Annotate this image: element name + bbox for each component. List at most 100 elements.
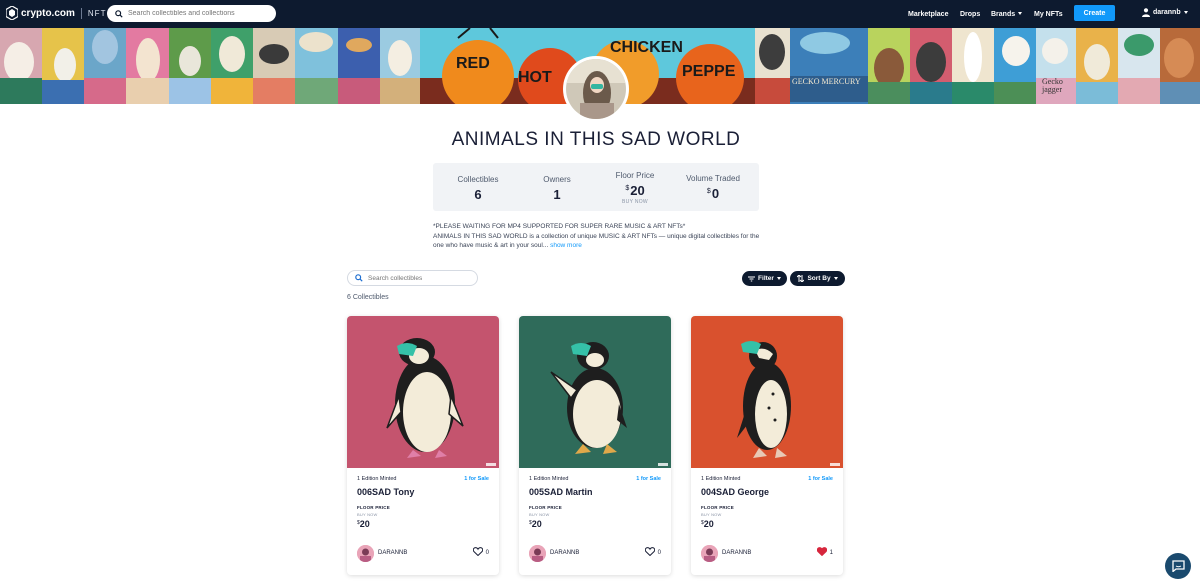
brand-name: crypto.com — [21, 7, 75, 19]
banner-tile — [1076, 28, 1118, 104]
penguin-illustration — [386, 338, 464, 458]
banner-tile — [126, 28, 169, 104]
creator-name[interactable]: DARANNB — [550, 550, 579, 556]
edition-label: 1 Edition Minted — [529, 476, 569, 482]
banner-word: PEPPE — [682, 63, 736, 80]
collection-stats: Collectibles 6 Owners 1 Floor Price $20 … — [433, 163, 759, 211]
banner-tile — [42, 28, 84, 104]
collectible-name[interactable]: 006SAD Tony — [357, 487, 414, 497]
crypto-logo-icon — [6, 6, 18, 20]
user-menu[interactable]: darannb — [1142, 8, 1188, 17]
collectible-card[interactable]: 1 Edition Minted 1 for Sale 004SAD Georg… — [691, 316, 843, 575]
collectible-image[interactable] — [347, 316, 499, 468]
nav-marketplace[interactable]: Marketplace — [908, 11, 948, 18]
edition-label: 1 Edition Minted — [701, 476, 741, 482]
banner-word: HOT — [518, 69, 552, 86]
banner-word: Gecko jagger — [1042, 77, 1063, 94]
user-icon — [1142, 8, 1150, 17]
banner-tile — [952, 28, 994, 104]
chat-icon — [1171, 560, 1185, 572]
edition-label: 1 Edition Minted — [357, 476, 397, 482]
buy-now-label: BUY NOW — [529, 512, 550, 517]
stat-collectibles: Collectibles 6 — [438, 175, 518, 202]
global-search-input[interactable] — [128, 10, 268, 17]
heart-icon[interactable] — [817, 547, 827, 556]
banner-tile — [910, 28, 952, 104]
price-amount: 20 — [703, 519, 714, 529]
filter-button[interactable]: Filter — [742, 271, 787, 286]
banner-word: RED — [456, 55, 490, 72]
buy-now-label: BUY NOW — [622, 199, 648, 205]
for-sale-label: 1 for Sale — [636, 476, 661, 482]
banner-word: GECKO MERCURY — [792, 77, 861, 86]
filter-icon — [748, 276, 756, 281]
filter-label: Filter — [758, 275, 774, 282]
create-button[interactable]: Create — [1074, 5, 1115, 21]
like-count: 0 — [657, 550, 661, 556]
collectible-image[interactable] — [519, 316, 671, 468]
show-more-link[interactable]: show more — [550, 242, 582, 249]
price-value: $20 — [529, 519, 542, 529]
search-icon — [115, 9, 123, 18]
currency-symbol: $ — [706, 188, 711, 195]
nav-brands[interactable]: Brands — [991, 10, 1023, 18]
collectible-image[interactable] — [691, 316, 843, 468]
collectibles-search-input[interactable] — [368, 274, 468, 282]
price-value: $20 — [357, 519, 370, 529]
banner-tile — [380, 28, 420, 104]
heart-icon[interactable] — [645, 547, 655, 556]
chevron-down-icon — [1018, 12, 1023, 16]
sort-label: Sort By — [807, 275, 831, 282]
banner-tile — [994, 28, 1036, 104]
stat-value: $20 — [595, 183, 675, 198]
stat-volume-traded: Volume Traded $0 — [673, 174, 753, 201]
creator-name[interactable]: DARANNB — [722, 550, 751, 556]
stat-label: Volume Traded — [686, 174, 740, 183]
collection-description: *PLEASE WAITING FOR MP4 SUPPORTED FOR SU… — [433, 222, 763, 251]
chat-support-button[interactable] — [1165, 553, 1191, 579]
collectibles-count: 6 Collectibles — [347, 294, 389, 301]
banner-tile — [338, 28, 380, 104]
brand-product: NFT — [87, 8, 107, 18]
stat-label: Collectibles — [457, 175, 499, 184]
creator-avatar[interactable] — [357, 545, 374, 562]
creator-avatar-art — [701, 545, 718, 562]
chevron-down-icon — [833, 277, 838, 280]
buy-now-label: BUY NOW — [357, 512, 378, 517]
collectible-card[interactable]: 1 Edition Minted 1 for Sale 005SAD Marti… — [519, 316, 671, 575]
for-sale-label: 1 for Sale — [464, 476, 489, 482]
floor-price-label: FLOOR PRICE — [357, 505, 390, 510]
nav-brands-label: Brands — [991, 10, 1016, 18]
price-value: $20 — [701, 519, 714, 529]
nav-drops[interactable]: Drops — [960, 11, 980, 18]
collectible-name[interactable]: 004SAD George — [701, 487, 769, 497]
creator-avatar-art — [357, 545, 374, 562]
description-line: *PLEASE WAITING FOR MP4 SUPPORTED FOR SU… — [433, 223, 686, 230]
price-amount: 20 — [359, 519, 370, 529]
banner-tile — [211, 28, 253, 104]
global-search[interactable] — [107, 5, 276, 22]
collectible-card[interactable]: 1 Edition Minted 1 for Sale 006SAD Tony … — [347, 316, 499, 575]
artist-mark — [830, 463, 840, 466]
stat-label: Floor Price — [615, 171, 655, 180]
nav-my-nfts[interactable]: My NFTs — [1034, 11, 1063, 18]
top-navbar: crypto.com NFT Marketplace Drops Brands … — [0, 0, 1200, 28]
collectibles-search[interactable] — [347, 270, 478, 286]
creator-avatar-art — [529, 545, 546, 562]
banner-tile — [0, 28, 42, 104]
like-count: 1 — [829, 550, 833, 556]
collection-title: ANIMALS IN THIS SAD WORLD — [451, 129, 741, 150]
floor-price-label: FLOOR PRICE — [701, 505, 734, 510]
collectible-name[interactable]: 005SAD Martin — [529, 487, 593, 497]
creator-avatar[interactable] — [701, 545, 718, 562]
creator-name[interactable]: DARANNB — [378, 550, 407, 556]
banner-tile — [755, 28, 790, 104]
heart-icon[interactable] — [473, 547, 483, 556]
sort-icon — [797, 275, 805, 282]
creator-avatar[interactable] — [529, 545, 546, 562]
price-amount: 20 — [531, 519, 542, 529]
banner-tile — [868, 28, 910, 104]
floor-price-value: 20 — [630, 183, 645, 198]
sort-button[interactable]: Sort By — [790, 271, 845, 286]
brand-logo[interactable]: crypto.com NFT — [6, 6, 106, 20]
